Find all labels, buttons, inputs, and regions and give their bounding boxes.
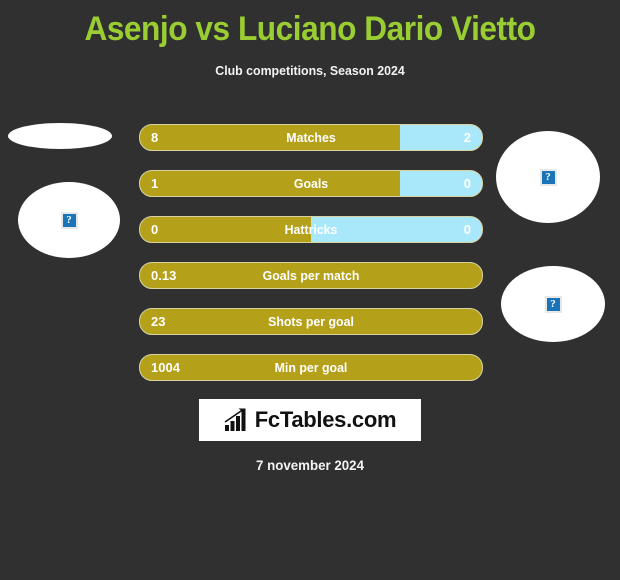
stats-comparison-list: 8 Matches 2 1 Goals 0 0 Hattricks 0 0.13 Goals per…: [139, 124, 483, 400]
page-title: Asenjo vs Luciano Dario Vietto: [84, 10, 536, 48]
stat-row: 8 Matches 2: [139, 124, 483, 151]
generated-date: 7 november 2024: [256, 457, 364, 473]
right-player-flag-placeholder: ?: [501, 266, 605, 342]
broken-image-icon: ?: [544, 295, 562, 313]
stat-label: Min per goal: [274, 360, 348, 375]
stat-label: Shots per goal: [268, 314, 354, 329]
stat-label: Goals: [293, 176, 329, 191]
left-player-photo-placeholder: ?: [18, 182, 120, 258]
left-player-flag-placeholder: [8, 123, 112, 149]
stat-row: 0 Hattricks 0: [139, 216, 483, 243]
stat-row: 1004 Min per goal: [139, 354, 483, 381]
broken-image-icon: ?: [539, 168, 557, 186]
stat-row: 23 Shots per goal: [139, 308, 483, 335]
stat-label: Matches: [286, 130, 336, 145]
fctables-logo[interactable]: FcTables.com: [199, 399, 421, 441]
stat-away-value: 0: [463, 222, 471, 237]
fctables-logo-text: FcTables.com: [254, 407, 397, 432]
broken-image-icon: ?: [60, 211, 78, 229]
stat-label: Hattricks: [284, 222, 338, 237]
stat-away-value: 0: [463, 176, 471, 191]
bar-chart-growth-icon: [224, 408, 246, 431]
page-subtitle: Club competitions, Season 2024: [215, 63, 405, 78]
stat-away-value: 2: [463, 130, 471, 145]
right-player-photo-placeholder: ?: [496, 131, 600, 223]
stat-row: 1 Goals 0: [139, 170, 483, 197]
stat-row: 0.13 Goals per match: [139, 262, 483, 289]
stat-label: Goals per match: [262, 268, 360, 283]
